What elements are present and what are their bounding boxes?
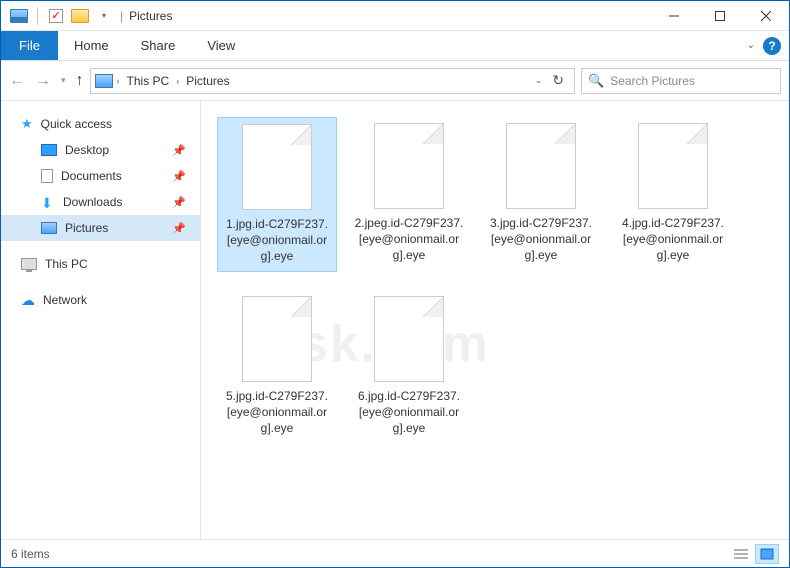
file-icon [374,123,444,209]
body: pc risk.com ★ Quick access Desktop 📌 Doc… [1,101,789,539]
file-tab[interactable]: File [1,31,58,60]
maximize-button[interactable] [697,1,743,31]
file-icon [242,124,312,210]
sidebar-item-documents[interactable]: Documents 📌 [1,163,200,189]
desktop-icon [41,144,57,156]
file-name: 4.jpg.id-C279F237.[eye@onionmail.org].ey… [617,215,729,264]
search-icon: 🔍 [588,73,604,89]
sidebar-item-label: Network [43,293,87,307]
file-item[interactable]: 2.jpeg.id-C279F237.[eye@onionmail.org].e… [349,117,469,272]
breadcrumb-thispc[interactable]: This PC [124,74,173,88]
file-icon [638,123,708,209]
separator [37,7,38,25]
search-placeholder: Search Pictures [610,74,695,88]
ribbon-expand[interactable]: ⌄ [747,40,755,51]
pin-icon: 📌 [172,222,186,235]
sidebar-item-label: This PC [45,257,88,271]
network-icon: ☁ [21,293,35,307]
minimize-button[interactable] [651,1,697,31]
title-separator: | [120,9,123,23]
qat-customize[interactable]: ▾ [94,6,114,26]
sidebar-quick-access[interactable]: ★ Quick access [1,111,200,137]
file-name: 6.jpg.id-C279F237.[eye@onionmail.org].ey… [353,388,465,437]
file-item[interactable]: 1.jpg.id-C279F237.[eye@onionmail.org].ey… [217,117,337,272]
qat-properties[interactable]: ✓ [46,6,66,26]
close-button[interactable] [743,1,789,31]
file-icon [242,296,312,382]
sidebar-item-label: Quick access [41,117,112,131]
history-dropdown[interactable]: ▾ [61,75,66,86]
explorer-window: ✓ ▾ | Pictures File Home Share View ⌄ ? … [0,0,790,568]
refresh-button[interactable]: ↻ [552,72,564,89]
file-icon [506,123,576,209]
address-dropdown[interactable]: ⌄ [535,75,543,86]
thumbnails-view-button[interactable] [755,544,779,564]
file-icon [374,296,444,382]
details-view-button[interactable] [729,544,753,564]
file-name: 1.jpg.id-C279F237.[eye@onionmail.org].ey… [222,216,332,265]
navigation-pane: ★ Quick access Desktop 📌 Documents 📌 ⬇ D… [1,101,201,539]
help-icon[interactable]: ? [763,37,781,55]
file-view[interactable]: 1.jpg.id-C279F237.[eye@onionmail.org].ey… [201,101,789,539]
star-icon: ★ [21,116,33,132]
pin-icon: 📌 [172,196,186,209]
document-icon [41,169,53,183]
tab-home[interactable]: Home [58,31,125,60]
sidebar-item-label: Pictures [65,221,108,235]
sidebar-item-downloads[interactable]: ⬇ Downloads 📌 [1,189,200,215]
sidebar-item-pictures[interactable]: Pictures 📌 [1,215,200,241]
quick-access-toolbar: ✓ ▾ [9,6,114,26]
app-icon [9,6,29,26]
qat-newfolder[interactable] [70,6,90,26]
status-bar: 6 items [1,539,789,567]
breadcrumb-pictures[interactable]: Pictures [183,74,232,88]
back-button[interactable]: ← [9,72,25,90]
forward-button[interactable]: → [35,72,51,90]
computer-icon [21,258,37,270]
file-name: 2.jpeg.id-C279F237.[eye@onionmail.org].e… [353,215,465,264]
pin-icon: 📌 [172,170,186,183]
window-title: Pictures [129,9,172,23]
ribbon: File Home Share View ⌄ ? [1,31,789,61]
title-bar: ✓ ▾ | Pictures [1,1,789,31]
sidebar-item-label: Documents [61,169,122,183]
download-icon: ⬇ [41,195,55,209]
tab-view[interactable]: View [191,31,251,60]
address-bar[interactable]: › This PC › Pictures ⌄ ↻ [90,68,575,94]
file-item[interactable]: 6.jpg.id-C279F237.[eye@onionmail.org].ey… [349,290,469,443]
location-icon [95,74,113,88]
navigation-bar: ← → ▾ ↑ › This PC › Pictures ⌄ ↻ 🔍 Searc… [1,61,789,101]
file-item[interactable]: 3.jpg.id-C279F237.[eye@onionmail.org].ey… [481,117,601,272]
pin-icon: 📌 [172,144,186,157]
sidebar-item-network[interactable]: ☁ Network [1,287,200,313]
sidebar-item-label: Desktop [65,143,109,157]
search-input[interactable]: 🔍 Search Pictures [581,68,781,94]
chevron-right-icon[interactable]: › [176,76,179,86]
sidebar-item-desktop[interactable]: Desktop 📌 [1,137,200,163]
tab-share[interactable]: Share [125,31,192,60]
window-controls [651,1,789,31]
file-name: 5.jpg.id-C279F237.[eye@onionmail.org].ey… [221,388,333,437]
sidebar-item-label: Downloads [63,195,122,209]
pictures-icon [41,222,57,234]
file-item[interactable]: 5.jpg.id-C279F237.[eye@onionmail.org].ey… [217,290,337,443]
chevron-right-icon[interactable]: › [117,76,120,86]
file-name: 3.jpg.id-C279F237.[eye@onionmail.org].ey… [485,215,597,264]
item-count: 6 items [11,547,50,561]
sidebar-item-thispc[interactable]: This PC [1,251,200,277]
file-grid: 1.jpg.id-C279F237.[eye@onionmail.org].ey… [217,117,773,442]
file-item[interactable]: 4.jpg.id-C279F237.[eye@onionmail.org].ey… [613,117,733,272]
up-button[interactable]: ↑ [76,72,84,90]
